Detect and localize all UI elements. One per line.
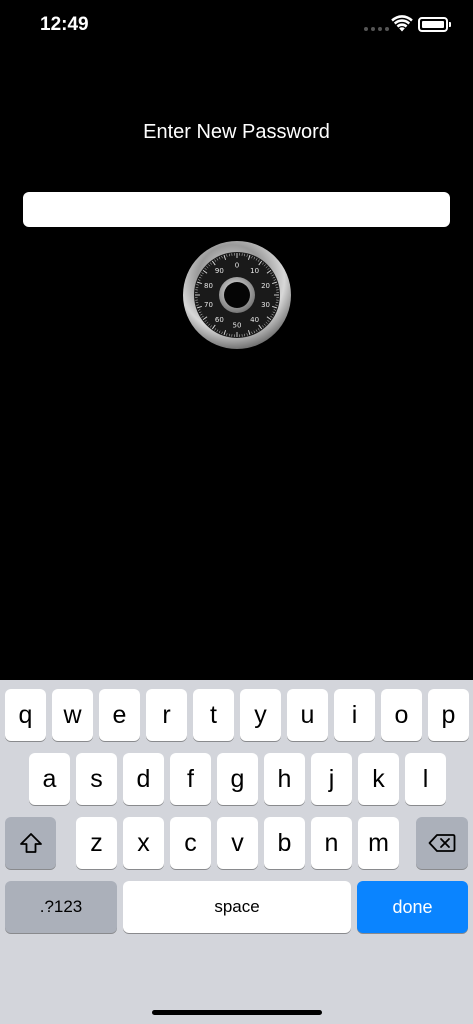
shift-key[interactable]	[5, 817, 56, 869]
key-j[interactable]: j	[311, 753, 352, 805]
dial-number: 80	[204, 282, 213, 290]
wifi-icon	[391, 15, 413, 32]
key-g[interactable]: g	[217, 753, 258, 805]
dial-number: 30	[261, 301, 270, 309]
key-d[interactable]: d	[123, 753, 164, 805]
signal-dots-icon	[364, 27, 389, 31]
key-n[interactable]: n	[311, 817, 352, 869]
key-u[interactable]: u	[287, 689, 328, 741]
key-i[interactable]: i	[334, 689, 375, 741]
key-y[interactable]: y	[240, 689, 281, 741]
key-o[interactable]: o	[381, 689, 422, 741]
dial-number: 70	[204, 301, 213, 309]
backspace-icon	[428, 834, 456, 852]
delete-key[interactable]	[416, 817, 468, 869]
key-r[interactable]: r	[146, 689, 187, 741]
key-p[interactable]: p	[428, 689, 469, 741]
keyboard-row-4: .?123 space done	[0, 881, 473, 933]
status-time: 12:49	[40, 14, 89, 35]
dial-number: 10	[250, 267, 259, 275]
key-q[interactable]: q	[5, 689, 46, 741]
key-l[interactable]: l	[405, 753, 446, 805]
password-input[interactable]	[23, 192, 450, 227]
page-title: Enter New Password	[143, 121, 330, 143]
key-f[interactable]: f	[170, 753, 211, 805]
key-h[interactable]: h	[264, 753, 305, 805]
dial-number: 20	[261, 282, 270, 290]
key-x[interactable]: x	[123, 817, 164, 869]
key-b[interactable]: b	[264, 817, 305, 869]
key-v[interactable]: v	[217, 817, 258, 869]
battery-icon	[418, 17, 451, 32]
combination-dial[interactable]: 0 10 20 30 40 50 60 70 80 90	[182, 240, 292, 350]
key-m[interactable]: m	[358, 817, 399, 869]
key-t[interactable]: t	[193, 689, 234, 741]
keyboard-row-1: qwertyuiop	[0, 689, 473, 741]
lock-dial-icon: 0 1020 3040 50 6070 8090	[183, 241, 291, 349]
keyboard: qwertyuiop asdfghjkl zxcvbnm .?123 space…	[0, 680, 473, 1024]
dial-number: 50	[233, 322, 242, 330]
key-w[interactable]: w	[52, 689, 93, 741]
shift-arrow-icon	[19, 833, 42, 853]
keyboard-row-3: zxcvbnm	[0, 817, 473, 869]
dial-number: 90	[215, 267, 224, 275]
numbers-key[interactable]: .?123	[5, 881, 117, 933]
dial-number: 40	[250, 316, 259, 324]
key-k[interactable]: k	[358, 753, 399, 805]
key-e[interactable]: e	[99, 689, 140, 741]
home-indicator	[152, 1010, 322, 1015]
status-bar: 12:49	[0, 0, 473, 50]
done-key[interactable]: done	[357, 881, 468, 933]
dial-number: 0	[235, 262, 239, 270]
keyboard-row-2: asdfghjkl	[0, 753, 473, 805]
key-s[interactable]: s	[76, 753, 117, 805]
key-a[interactable]: a	[29, 753, 70, 805]
space-key[interactable]: space	[123, 881, 351, 933]
key-c[interactable]: c	[170, 817, 211, 869]
key-z[interactable]: z	[76, 817, 117, 869]
dial-number: 60	[215, 316, 224, 324]
